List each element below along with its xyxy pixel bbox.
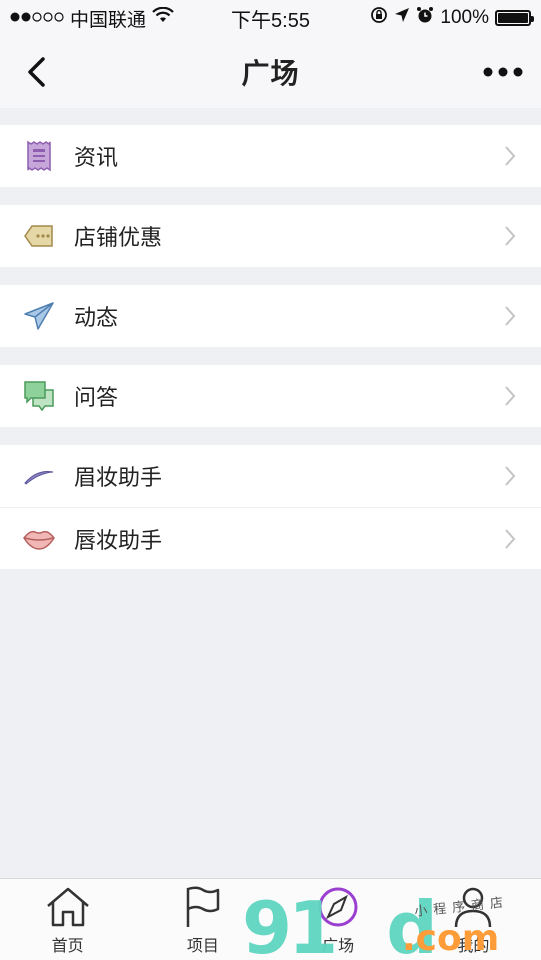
menu-list: 资讯 店铺优惠 动态 问答 眉妆助手 唇妆助手 (0, 108, 541, 569)
menu-group: 动态 (0, 285, 541, 347)
wifi-icon (152, 6, 174, 29)
nav-bar: 广场 (0, 36, 541, 108)
status-left: 中国联通 (10, 5, 174, 32)
tab-label: 我的 (457, 938, 490, 955)
coupon-icon (22, 219, 56, 253)
chevron-right-icon (505, 386, 516, 406)
tab-home[interactable]: 首页 (18, 884, 118, 956)
menu-item-label: 动态 (74, 305, 119, 330)
tab-me[interactable]: 我的 (423, 884, 523, 956)
tab-plaza[interactable]: 广场 (288, 884, 388, 956)
back-button[interactable] (12, 48, 60, 96)
chevron-left-icon (28, 57, 45, 87)
rotation-lock-icon (370, 6, 388, 30)
news-icon (22, 139, 56, 173)
alarm-icon (416, 6, 434, 30)
tab-projects[interactable]: 项目 (153, 884, 253, 956)
menu-item-lip-assistant[interactable]: 唇妆助手 (0, 507, 541, 569)
battery-fill (498, 13, 528, 23)
menu-group: 眉妆助手 唇妆助手 (0, 445, 541, 569)
more-button[interactable] (479, 48, 527, 96)
home-icon (45, 884, 91, 930)
eyebrow-icon (22, 459, 56, 493)
carrier-name: 中国联通 (70, 9, 147, 31)
lips-icon (22, 522, 56, 556)
chevron-right-icon (505, 306, 516, 326)
menu-item-label: 问答 (74, 385, 119, 410)
menu-item-shop-deals[interactable]: 店铺优惠 (0, 205, 541, 267)
menu-item-qa[interactable]: 问答 (0, 365, 541, 427)
user-icon (450, 884, 496, 930)
menu-group: 资讯 (0, 125, 541, 187)
more-dots-icon (483, 67, 523, 77)
battery-icon (495, 10, 534, 26)
menu-item-activity[interactable]: 动态 (0, 285, 541, 347)
flag-icon (180, 884, 226, 930)
chevron-right-icon (505, 528, 516, 549)
chevron-right-icon (505, 466, 516, 486)
chat-bubbles-icon (22, 379, 56, 413)
status-bar: 中国联通 下午5:55 100% (0, 0, 541, 36)
battery-percent: 100% (440, 7, 489, 28)
menu-item-eyebrow-assistant[interactable]: 眉妆助手 (0, 445, 541, 507)
tab-label: 首页 (51, 938, 84, 955)
paper-plane-icon (22, 299, 56, 333)
menu-item-label: 资讯 (74, 145, 119, 170)
menu-item-news[interactable]: 资讯 (0, 125, 541, 187)
tab-bar: 首页 项目 广场 我的 (0, 878, 541, 960)
status-right: 100% (370, 6, 534, 30)
menu-item-label: 店铺优惠 (74, 225, 163, 250)
chevron-right-icon (505, 146, 516, 166)
menu-item-label: 唇妆助手 (74, 527, 163, 553)
menu-group: 问答 (0, 365, 541, 427)
menu-group: 店铺优惠 (0, 205, 541, 267)
compass-icon (315, 884, 361, 930)
signal-icon (10, 11, 64, 26)
chevron-right-icon (505, 226, 516, 246)
page-title: 广场 (241, 58, 300, 89)
menu-item-label: 眉妆助手 (74, 465, 163, 490)
tab-label: 广场 (322, 938, 355, 955)
tab-label: 项目 (186, 938, 219, 955)
location-icon (394, 7, 410, 29)
